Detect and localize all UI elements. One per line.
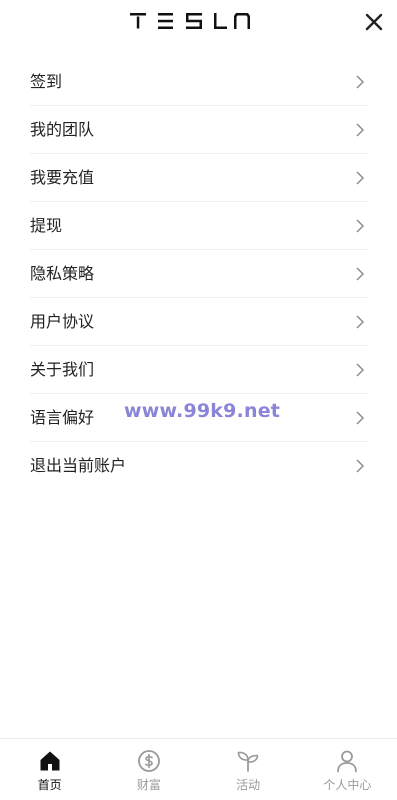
menu-item-label: 签到 [30,72,63,91]
tab-home[interactable]: 首页 [0,739,99,800]
chevron-right-icon [356,219,364,233]
tab-wealth[interactable]: 财富 [99,739,198,800]
menu-item-label: 我要充值 [30,168,95,187]
chevron-right-icon [356,123,364,137]
menu-item-withdraw[interactable]: 提现 [30,202,368,250]
tab-activity[interactable]: 活动 [199,739,298,800]
menu-item-label: 提现 [30,216,63,235]
menu-item-label: 退出当前账户 [30,456,127,475]
tab-label: 活动 [236,778,261,792]
menu-item-privacy-policy[interactable]: 隐私策略 [30,250,368,298]
settings-menu: 签到 我的团队 我要充值 提现 隐私策略 用户协议 关于我们 语言偏好 退出当前… [30,58,368,490]
chevron-right-icon [356,411,364,425]
menu-item-checkin[interactable]: 签到 [30,58,368,106]
menu-item-my-team[interactable]: 我的团队 [30,106,368,154]
menu-item-label: 关于我们 [30,360,95,379]
close-icon[interactable] [362,10,386,34]
bottom-tab-bar: 首页 财富 活动 个人中心 [0,738,397,800]
chevron-right-icon [356,75,364,89]
tab-label: 财富 [136,778,161,792]
tesla-logo [130,13,250,29]
chevron-right-icon [356,171,364,185]
chevron-right-icon [356,459,364,473]
tab-profile[interactable]: 个人中心 [298,739,397,800]
menu-item-label: 用户协议 [30,312,95,331]
menu-item-about-us[interactable]: 关于我们 [30,346,368,394]
watermark-text: www.99k9.net [124,400,281,422]
tab-label: 个人中心 [323,778,372,792]
menu-item-user-agreement[interactable]: 用户协议 [30,298,368,346]
chevron-right-icon [356,267,364,281]
menu-item-label: 语言偏好 [30,408,95,427]
chevron-right-icon [356,315,364,329]
dollar-icon [137,750,160,772]
home-icon [40,751,60,771]
header [0,0,397,44]
chevron-right-icon [356,363,364,377]
menu-item-label: 隐私策略 [30,264,95,283]
user-icon [337,750,358,773]
sprout-icon [237,751,259,772]
menu-item-logout[interactable]: 退出当前账户 [30,442,368,490]
menu-item-label: 我的团队 [30,120,95,139]
menu-item-recharge[interactable]: 我要充值 [30,154,368,202]
tab-label: 首页 [37,778,62,792]
